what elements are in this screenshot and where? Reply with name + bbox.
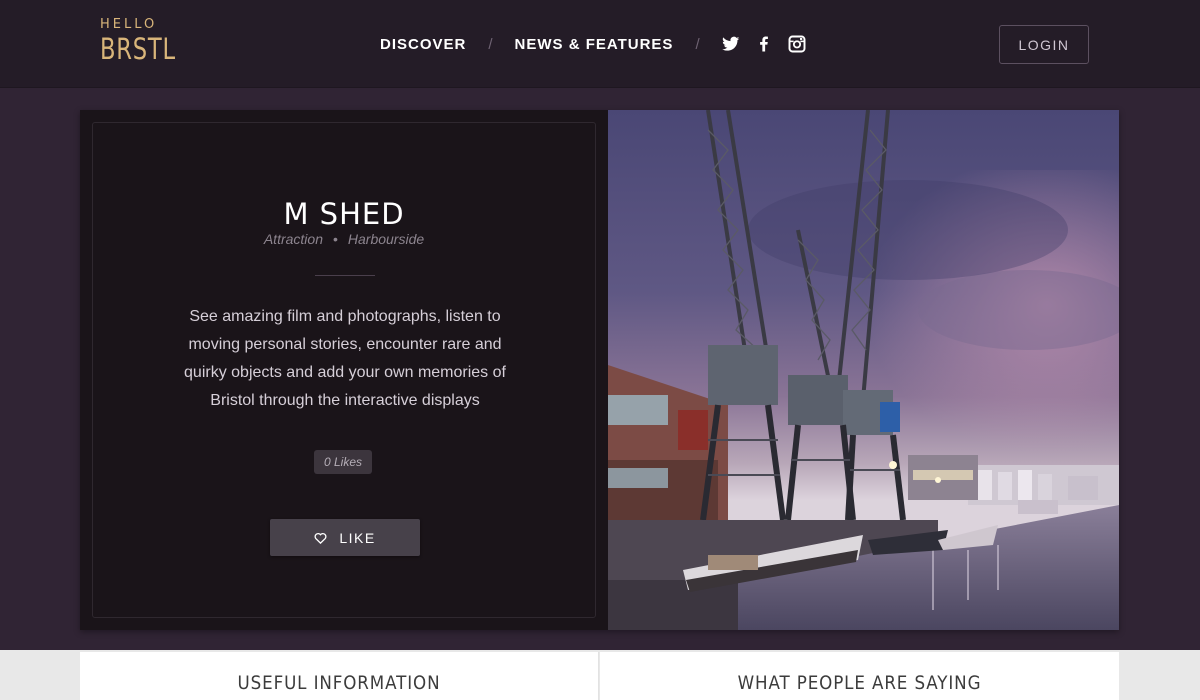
useful-information-panel: USEFUL INFORMATION	[80, 652, 599, 700]
login-button[interactable]: LOGIN	[999, 25, 1089, 64]
place-card: M SHED Attraction • Harbourside See amazin…	[80, 110, 1119, 630]
page-title: M SHED	[283, 197, 405, 231]
place-description: See amazing film and photographs, listen…	[184, 308, 506, 409]
logo-big-text: BRSTL	[100, 32, 176, 66]
social-links	[721, 35, 821, 53]
place-category: Attraction	[263, 231, 323, 247]
logo-small-text: HELLO	[100, 17, 158, 32]
place-meta: Attraction • Harbourside	[93, 231, 595, 247]
reviews-heading: WHAT PEOPLE ARE SAYING	[737, 672, 982, 694]
place-info: M SHED Attraction • Harbourside See amazin…	[92, 122, 596, 618]
logo[interactable]: HELLO BRSTL	[100, 17, 197, 67]
facebook-icon[interactable]	[755, 35, 773, 53]
nav-separator: /	[695, 35, 700, 53]
nav-discover[interactable]: DISCOVER	[380, 36, 466, 53]
place-area: Harbourside	[347, 231, 425, 247]
divider	[315, 275, 375, 276]
twitter-icon[interactable]	[721, 35, 740, 53]
meta-separator: •	[332, 231, 338, 247]
main-nav: DISCOVER / NEWS & FEATURES /	[380, 33, 821, 55]
nav-separator: /	[488, 35, 493, 53]
place-photo	[608, 110, 1119, 630]
like-button-label: LIKE	[339, 529, 376, 546]
reviews-panel: WHAT PEOPLE ARE SAYING	[600, 652, 1119, 700]
nav-news-features[interactable]: NEWS & FEATURES	[515, 36, 674, 53]
instagram-icon[interactable]	[788, 35, 806, 53]
likes-count-badge: 0 Likes	[314, 450, 373, 474]
heart-icon	[314, 532, 327, 544]
like-button[interactable]: LIKE	[270, 519, 420, 556]
useful-information-heading: USEFUL INFORMATION	[237, 672, 441, 694]
site-header: HELLO BRSTL DISCOVER / NEWS & FEATURES /	[0, 0, 1200, 88]
